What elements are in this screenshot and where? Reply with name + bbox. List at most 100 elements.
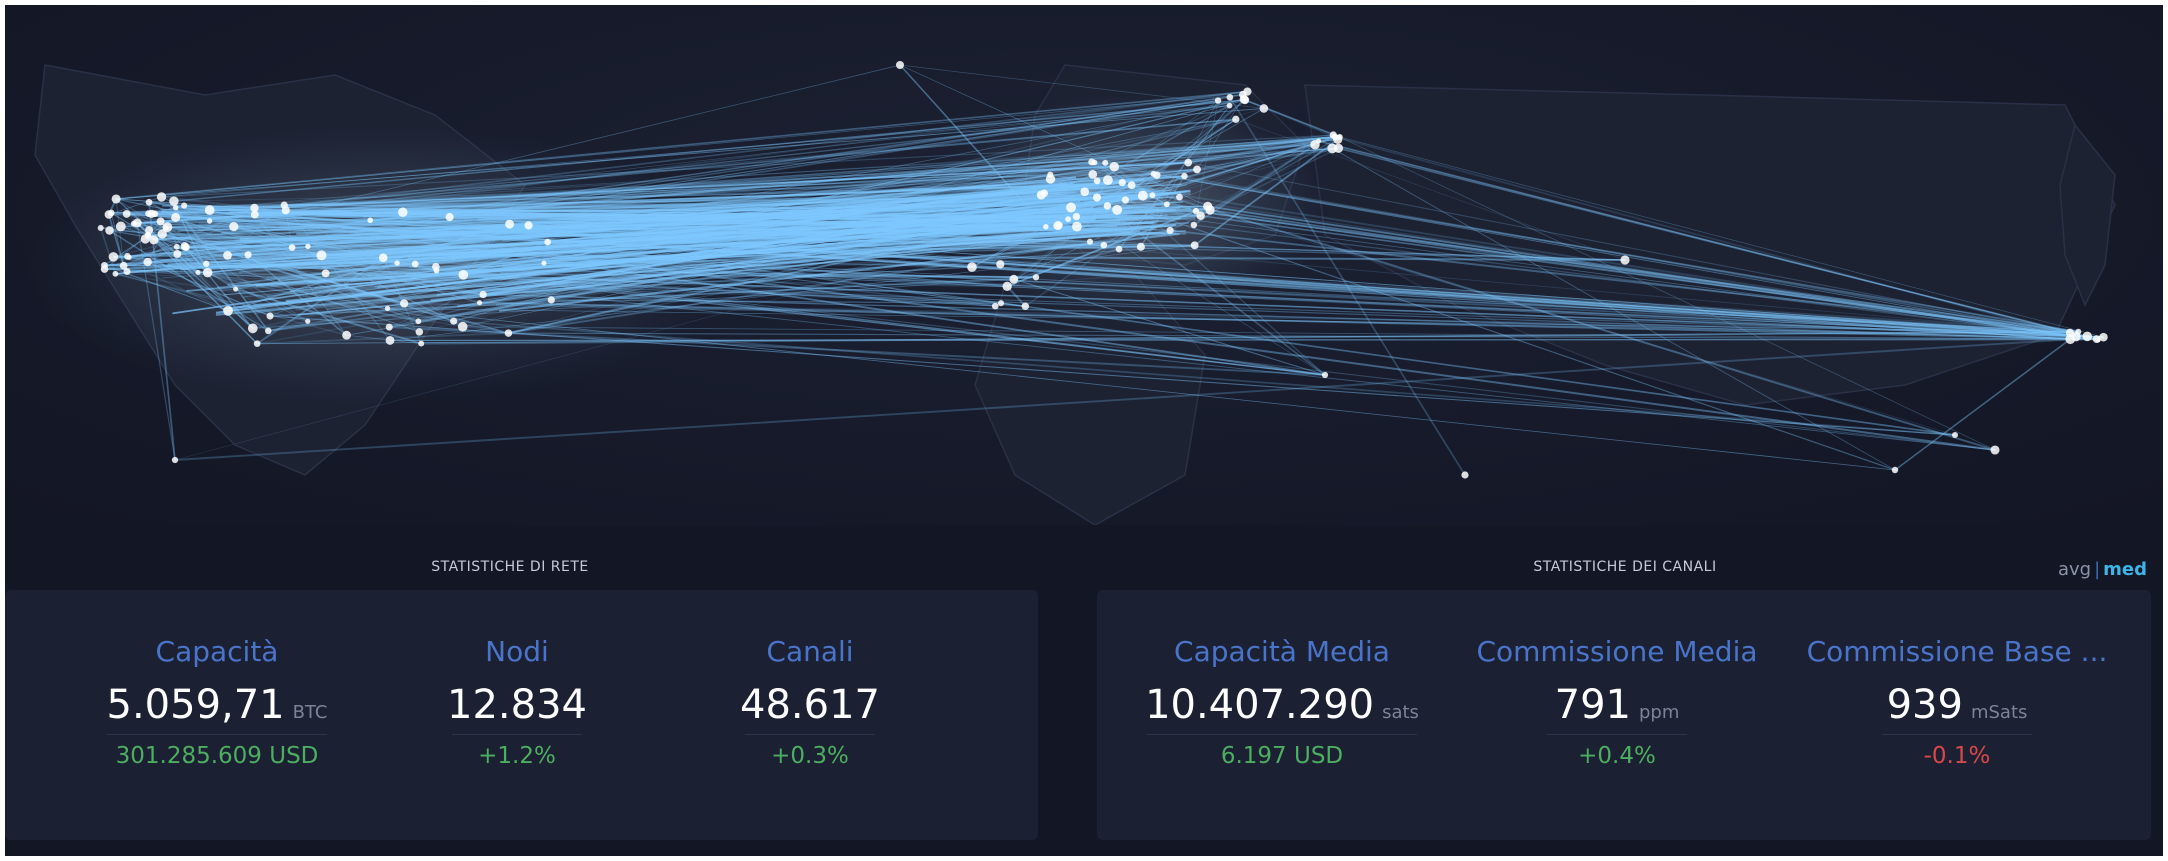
node-dot[interactable] (1045, 174, 1056, 184)
node-dot[interactable] (547, 296, 555, 304)
node-dot[interactable] (172, 204, 179, 211)
node-dot[interactable] (171, 212, 181, 222)
node-dot[interactable] (97, 224, 104, 232)
node-dot[interactable] (206, 218, 213, 224)
node-dot[interactable] (1092, 193, 1102, 202)
node-dot[interactable] (1103, 202, 1112, 210)
node-dot[interactable] (108, 252, 119, 262)
node-dot[interactable] (1336, 133, 1343, 141)
node-dot[interactable] (1461, 471, 1469, 479)
node-dot[interactable] (476, 300, 483, 306)
node-dot[interactable] (173, 250, 182, 258)
node-dot[interactable] (505, 219, 515, 229)
node-dot[interactable] (1136, 242, 1145, 251)
node-dot[interactable] (1118, 178, 1126, 187)
node-dot[interactable] (1203, 201, 1213, 211)
node-dot[interactable] (124, 253, 131, 260)
node-dot[interactable] (1091, 159, 1098, 166)
node-dot[interactable] (394, 260, 400, 266)
node-dot[interactable] (1259, 104, 1269, 113)
node-dot[interactable] (1086, 238, 1094, 245)
node-dot[interactable] (1990, 445, 2000, 455)
node-dot[interactable] (504, 329, 513, 337)
node-dot[interactable] (415, 318, 422, 325)
node-dot[interactable] (1066, 202, 1077, 213)
node-dot[interactable] (321, 269, 330, 278)
node-dot[interactable] (115, 221, 126, 232)
node-dot[interactable] (1080, 187, 1090, 197)
node-dot[interactable] (411, 260, 419, 268)
node-dot[interactable] (1093, 177, 1101, 185)
lightning-network-map[interactable] (5, 5, 2163, 525)
node-dot[interactable] (1184, 158, 1193, 167)
node-dot[interactable] (288, 244, 296, 251)
node-dot[interactable] (173, 243, 180, 250)
node-dot[interactable] (305, 243, 311, 250)
node-dot[interactable] (1891, 466, 1899, 474)
node-dot[interactable] (991, 302, 999, 310)
node-dot[interactable] (1127, 181, 1136, 190)
node-dot[interactable] (1036, 190, 1046, 200)
node-dot[interactable] (266, 312, 274, 320)
node-dot[interactable] (1032, 274, 1040, 281)
node-dot[interactable] (544, 238, 551, 246)
node-dot[interactable] (1002, 281, 1012, 292)
node-dot[interactable] (895, 60, 905, 70)
node-dot[interactable] (105, 226, 114, 235)
toggle-avg[interactable]: avg (2058, 559, 2091, 580)
node-dot[interactable] (123, 268, 131, 276)
node-dot[interactable] (2095, 337, 2101, 343)
node-dot[interactable] (418, 340, 425, 347)
node-dot[interactable] (147, 209, 156, 218)
node-dot[interactable] (378, 253, 388, 263)
node-dot[interactable] (2082, 331, 2092, 342)
node-dot[interactable] (108, 209, 115, 217)
node-dot[interactable] (162, 222, 173, 233)
node-dot[interactable] (385, 323, 393, 331)
node-dot[interactable] (1321, 371, 1329, 379)
node-dot[interactable] (1329, 131, 1337, 139)
node-dot[interactable] (400, 299, 409, 308)
node-dot[interactable] (1327, 143, 1338, 154)
node-dot[interactable] (398, 207, 408, 218)
node-dot[interactable] (229, 222, 239, 232)
node-dot[interactable] (1112, 204, 1123, 215)
node-dot[interactable] (1072, 212, 1081, 221)
node-dot[interactable] (1166, 226, 1174, 235)
node-dot[interactable] (1181, 172, 1188, 180)
node-dot[interactable] (457, 321, 468, 332)
node-dot[interactable] (253, 340, 261, 348)
node-dot[interactable] (1190, 221, 1198, 229)
node-dot[interactable] (1137, 190, 1148, 201)
node-dot[interactable] (130, 220, 137, 227)
node-dot[interactable] (997, 300, 1005, 307)
node-dot[interactable] (1153, 171, 1161, 179)
node-dot[interactable] (305, 318, 311, 324)
node-dot[interactable] (2075, 328, 2082, 335)
node-dot[interactable] (171, 456, 179, 464)
node-dot[interactable] (180, 242, 189, 251)
node-dot[interactable] (316, 250, 327, 261)
node-dot[interactable] (111, 194, 121, 204)
node-dot[interactable] (202, 267, 213, 278)
toggle-med[interactable]: med (2103, 559, 2147, 580)
node-dot[interactable] (143, 257, 152, 267)
node-dot[interactable] (1163, 201, 1170, 208)
node-dot[interactable] (1102, 159, 1109, 166)
node-dot[interactable] (1121, 196, 1129, 204)
node-dot[interactable] (967, 262, 977, 272)
node-dot[interactable] (100, 265, 109, 273)
node-dot[interactable] (2065, 328, 2075, 337)
node-dot[interactable] (1100, 241, 1108, 249)
node-dot[interactable] (458, 270, 469, 280)
node-dot[interactable] (156, 192, 167, 202)
node-dot[interactable] (223, 250, 232, 260)
node-dot[interactable] (1196, 211, 1205, 220)
node-dot[interactable] (195, 269, 201, 276)
node-dot[interactable] (264, 327, 272, 335)
node-dot[interactable] (450, 317, 458, 325)
node-dot[interactable] (1072, 221, 1082, 232)
node-dot[interactable] (1043, 224, 1049, 230)
node-dot[interactable] (223, 306, 233, 316)
node-dot[interactable] (342, 330, 352, 340)
